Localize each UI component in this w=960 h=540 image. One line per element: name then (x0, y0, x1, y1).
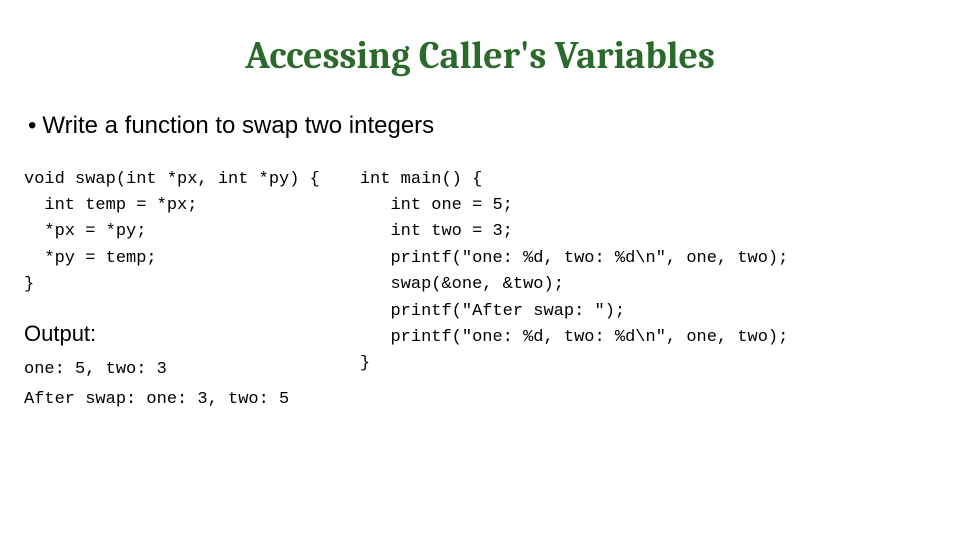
code-column-right: int main() { int one = 5; int two = 3; p… (360, 167, 936, 416)
bullet-dot-icon: • (28, 114, 36, 138)
bullet-item: • Write a function to swap two integers (24, 112, 936, 141)
output-label: Output: (24, 321, 320, 347)
slide: Accessing Caller's Variables • Write a f… (0, 0, 960, 540)
code-columns: void swap(int *px, int *py) { int temp =… (24, 167, 936, 416)
code-column-left: void swap(int *px, int *py) { int temp =… (24, 167, 320, 416)
swap-function-code: void swap(int *px, int *py) { int temp =… (24, 167, 320, 299)
main-function-code: int main() { int one = 5; int two = 3; p… (360, 167, 936, 378)
slide-title: Accessing Caller's Variables (24, 34, 936, 78)
bullet-text: Write a function to swap two integers (42, 112, 434, 141)
output-text: one: 5, two: 3 After swap: one: 3, two: … (24, 355, 320, 416)
